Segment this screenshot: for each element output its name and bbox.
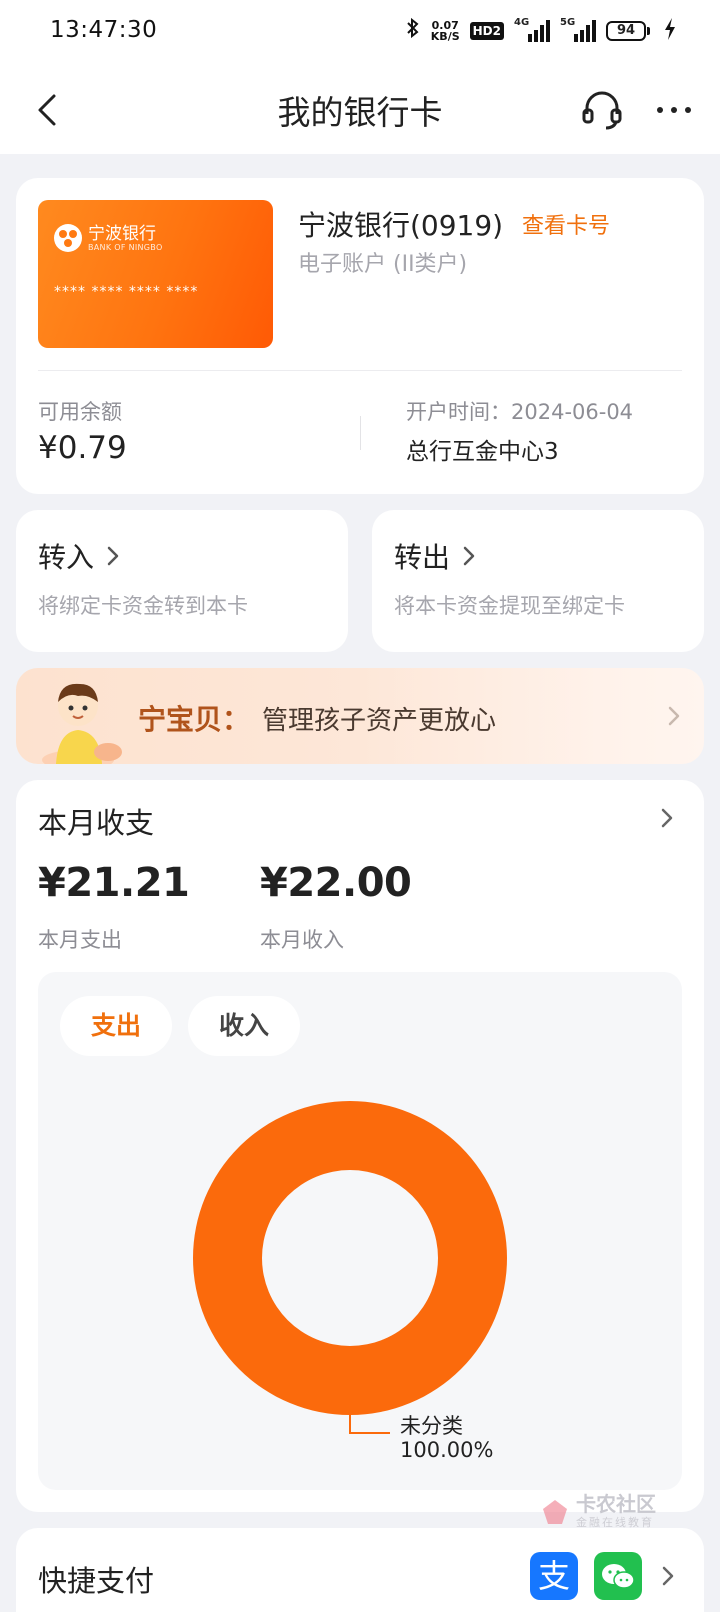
nav-bar: 我的银行卡 — [0, 66, 720, 154]
chevron-right-icon — [662, 1566, 674, 1586]
bank-logo: 宁波银行 BANK OF NINGBO — [52, 222, 163, 254]
watermark: 卡农社区 金融在线教育 — [540, 1494, 656, 1530]
status-icons: 0.07 KB/S HD2 4G 5G 94 — [405, 16, 676, 46]
balance-label: 可用余额 — [38, 400, 122, 424]
chevron-right-icon — [668, 706, 680, 726]
quick-pay-card[interactable]: 快捷支付 支 — [16, 1528, 704, 1612]
bank-logo-en: BANK OF NINGBO — [88, 242, 163, 252]
quick-pay-title: 快捷支付 — [38, 1564, 155, 1598]
vertical-divider — [360, 416, 361, 450]
slice-percent-label: 100.00% — [400, 1438, 493, 1462]
watermark-sub: 金融在线教育 — [576, 1516, 654, 1529]
transfer-in-card[interactable]: 转入 将绑定卡资金转到本卡 — [16, 510, 348, 652]
battery-icon: 94 — [606, 21, 650, 41]
wechat-pay-icon[interactable] — [594, 1552, 642, 1600]
transfer-out-label: 转出 — [394, 541, 451, 574]
bank-card-panel: 宁波银行 BANK OF NINGBO **** **** **** **** … — [16, 178, 704, 494]
status-time: 13:47:30 — [50, 17, 158, 43]
watermark-logo-icon — [543, 1500, 567, 1524]
bank-logo-icon — [54, 224, 82, 252]
transfer-out-card[interactable]: 转出 将本卡资金提现至绑定卡 — [372, 510, 704, 652]
income-label: 本月收入 — [260, 928, 344, 952]
bank-name: 宁波银行(0919) — [298, 209, 504, 242]
bank-logo-cn: 宁波银行 — [88, 223, 156, 244]
net-speed-unit: KB/S — [430, 30, 460, 43]
chart-panel: 支出 收入 未分类 100.00% — [38, 972, 682, 1490]
transfer-in-title: 转入 — [38, 536, 122, 576]
kids-assets-banner[interactable]: 宁宝贝： 管理孩子资产更放心 — [16, 668, 704, 764]
open-date: 开户时间：2024-06-04 — [406, 400, 634, 424]
child-mascot-icon — [42, 683, 122, 764]
customer-service-button[interactable] — [580, 88, 624, 132]
alipay-icon[interactable]: 支 — [530, 1552, 578, 1600]
headset-icon — [582, 91, 622, 130]
banner-highlight: 宁宝贝： — [138, 703, 251, 736]
battery-level: 94 — [606, 21, 646, 41]
bluetooth-icon — [405, 16, 421, 46]
status-bar: 13:47:30 0.07 KB/S HD2 4G 5G 94 — [0, 0, 720, 66]
expense-label: 本月支出 — [38, 928, 122, 952]
transfer-out-title: 转出 — [394, 536, 478, 576]
donut-slice — [193, 1101, 507, 1415]
chevron-right-icon — [463, 546, 475, 566]
view-card-number-link[interactable]: 查看卡号 — [522, 208, 610, 240]
chevron-right-icon[interactable] — [658, 804, 676, 832]
signal-4g-icon: 4G — [514, 17, 550, 42]
charging-icon — [664, 17, 676, 45]
monthly-title: 本月收支 — [38, 806, 155, 840]
balance-value: ¥0.79 — [38, 430, 127, 466]
hd-badge: HD2 — [469, 22, 504, 40]
transfer-in-desc: 将绑定卡资金转到本卡 — [38, 594, 248, 618]
watermark-name: 卡农社区 — [576, 1492, 656, 1516]
tab-expense[interactable]: 支出 — [60, 996, 172, 1056]
transfer-in-label: 转入 — [38, 541, 95, 574]
income-amount: ¥22.00 — [260, 860, 412, 906]
account-type: 电子账户 (II类户) — [298, 252, 468, 277]
transfer-out-desc: 将本卡资金提现至绑定卡 — [394, 594, 625, 618]
bank-card-image[interactable]: 宁波银行 BANK OF NINGBO **** **** **** **** — [38, 200, 273, 348]
slice-category-label: 未分类 — [400, 1414, 463, 1438]
more-dots-icon — [657, 107, 691, 113]
chevron-right-icon — [107, 546, 119, 566]
divider — [38, 370, 682, 371]
signal-5g-label: 5G — [560, 17, 576, 28]
more-button[interactable] — [652, 88, 696, 132]
expense-amount: ¥21.21 — [38, 860, 190, 906]
banner-text: 管理孩子资产更放心 — [262, 706, 497, 736]
branch-name: 总行互金中心3 — [406, 439, 559, 465]
net-speed: 0.07 KB/S — [431, 20, 460, 42]
signal-4g-label: 4G — [514, 17, 530, 28]
expense-donut-chart: 未分类100.00% — [193, 1101, 507, 1462]
wechat-bubbles-icon — [602, 1564, 635, 1589]
tab-income[interactable]: 收入 — [188, 996, 300, 1056]
monthly-stats-card: 本月收支 ¥21.21 ¥22.00 本月支出 本月收入 支出 收入 未分类 10… — [16, 780, 704, 1512]
signal-5g-icon: 5G — [560, 17, 596, 42]
masked-card-number: **** **** **** **** — [54, 284, 199, 300]
